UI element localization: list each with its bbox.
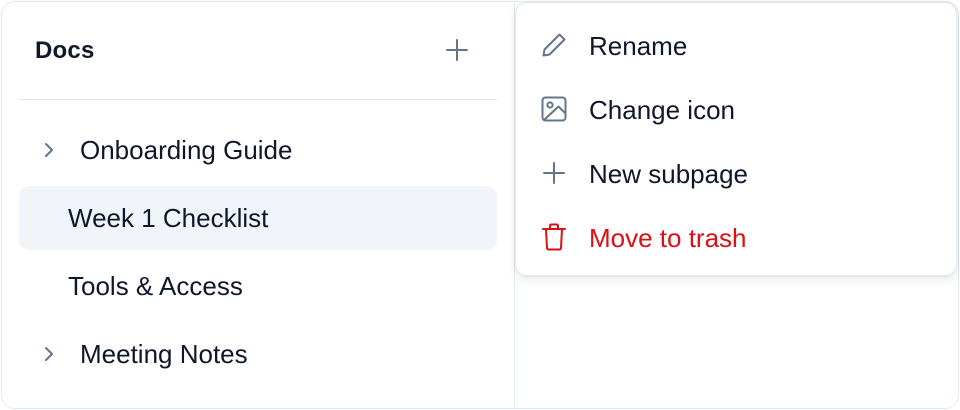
expand-toggle[interactable] <box>39 140 59 160</box>
menu-item-new-subpage[interactable]: New subpage <box>524 145 948 201</box>
plus-icon <box>543 162 565 184</box>
menu-item-label: Rename <box>589 31 688 61</box>
chevron-right-icon <box>45 347 53 361</box>
menu-item-label: New subpage <box>589 159 748 189</box>
tree-item-tools-access[interactable]: Tools & Access <box>19 254 497 318</box>
tree-item-meeting-notes[interactable]: Meeting Notes <box>19 322 497 386</box>
tree-item-label: Week 1 Checklist <box>68 202 269 233</box>
tree-item-label: Tools & Access <box>68 270 243 301</box>
pencil-icon <box>542 33 566 57</box>
tree-item-week-1-checklist[interactable]: Week 1 Checklist <box>19 186 497 250</box>
trash-icon <box>542 223 566 251</box>
sidebar-title: Docs <box>35 37 95 64</box>
tree-item-onboarding-guide[interactable]: Onboarding Guide <box>19 118 497 182</box>
tree-item-label: Meeting Notes <box>80 338 248 369</box>
context-menu: Rename Change icon New subpage Move to t… <box>515 2 957 276</box>
chevron-right-icon <box>45 143 53 157</box>
sidebar-header: Docs <box>19 2 497 100</box>
menu-item-move-to-trash[interactable]: Move to trash <box>524 209 948 265</box>
image-icon <box>541 96 567 122</box>
menu-item-change-icon[interactable]: Change icon <box>524 81 948 137</box>
plus-icon <box>446 39 468 61</box>
add-doc-button[interactable] <box>443 36 471 64</box>
docs-sidebar: Docs Onboarding Guide Week 1 Checklist T… <box>2 2 514 408</box>
menu-item-label: Change icon <box>589 95 735 125</box>
expand-toggle[interactable] <box>39 344 59 364</box>
menu-item-label: Move to trash <box>589 223 747 253</box>
menu-item-rename[interactable]: Rename <box>524 17 948 73</box>
tree-item-label: Onboarding Guide <box>80 134 293 165</box>
